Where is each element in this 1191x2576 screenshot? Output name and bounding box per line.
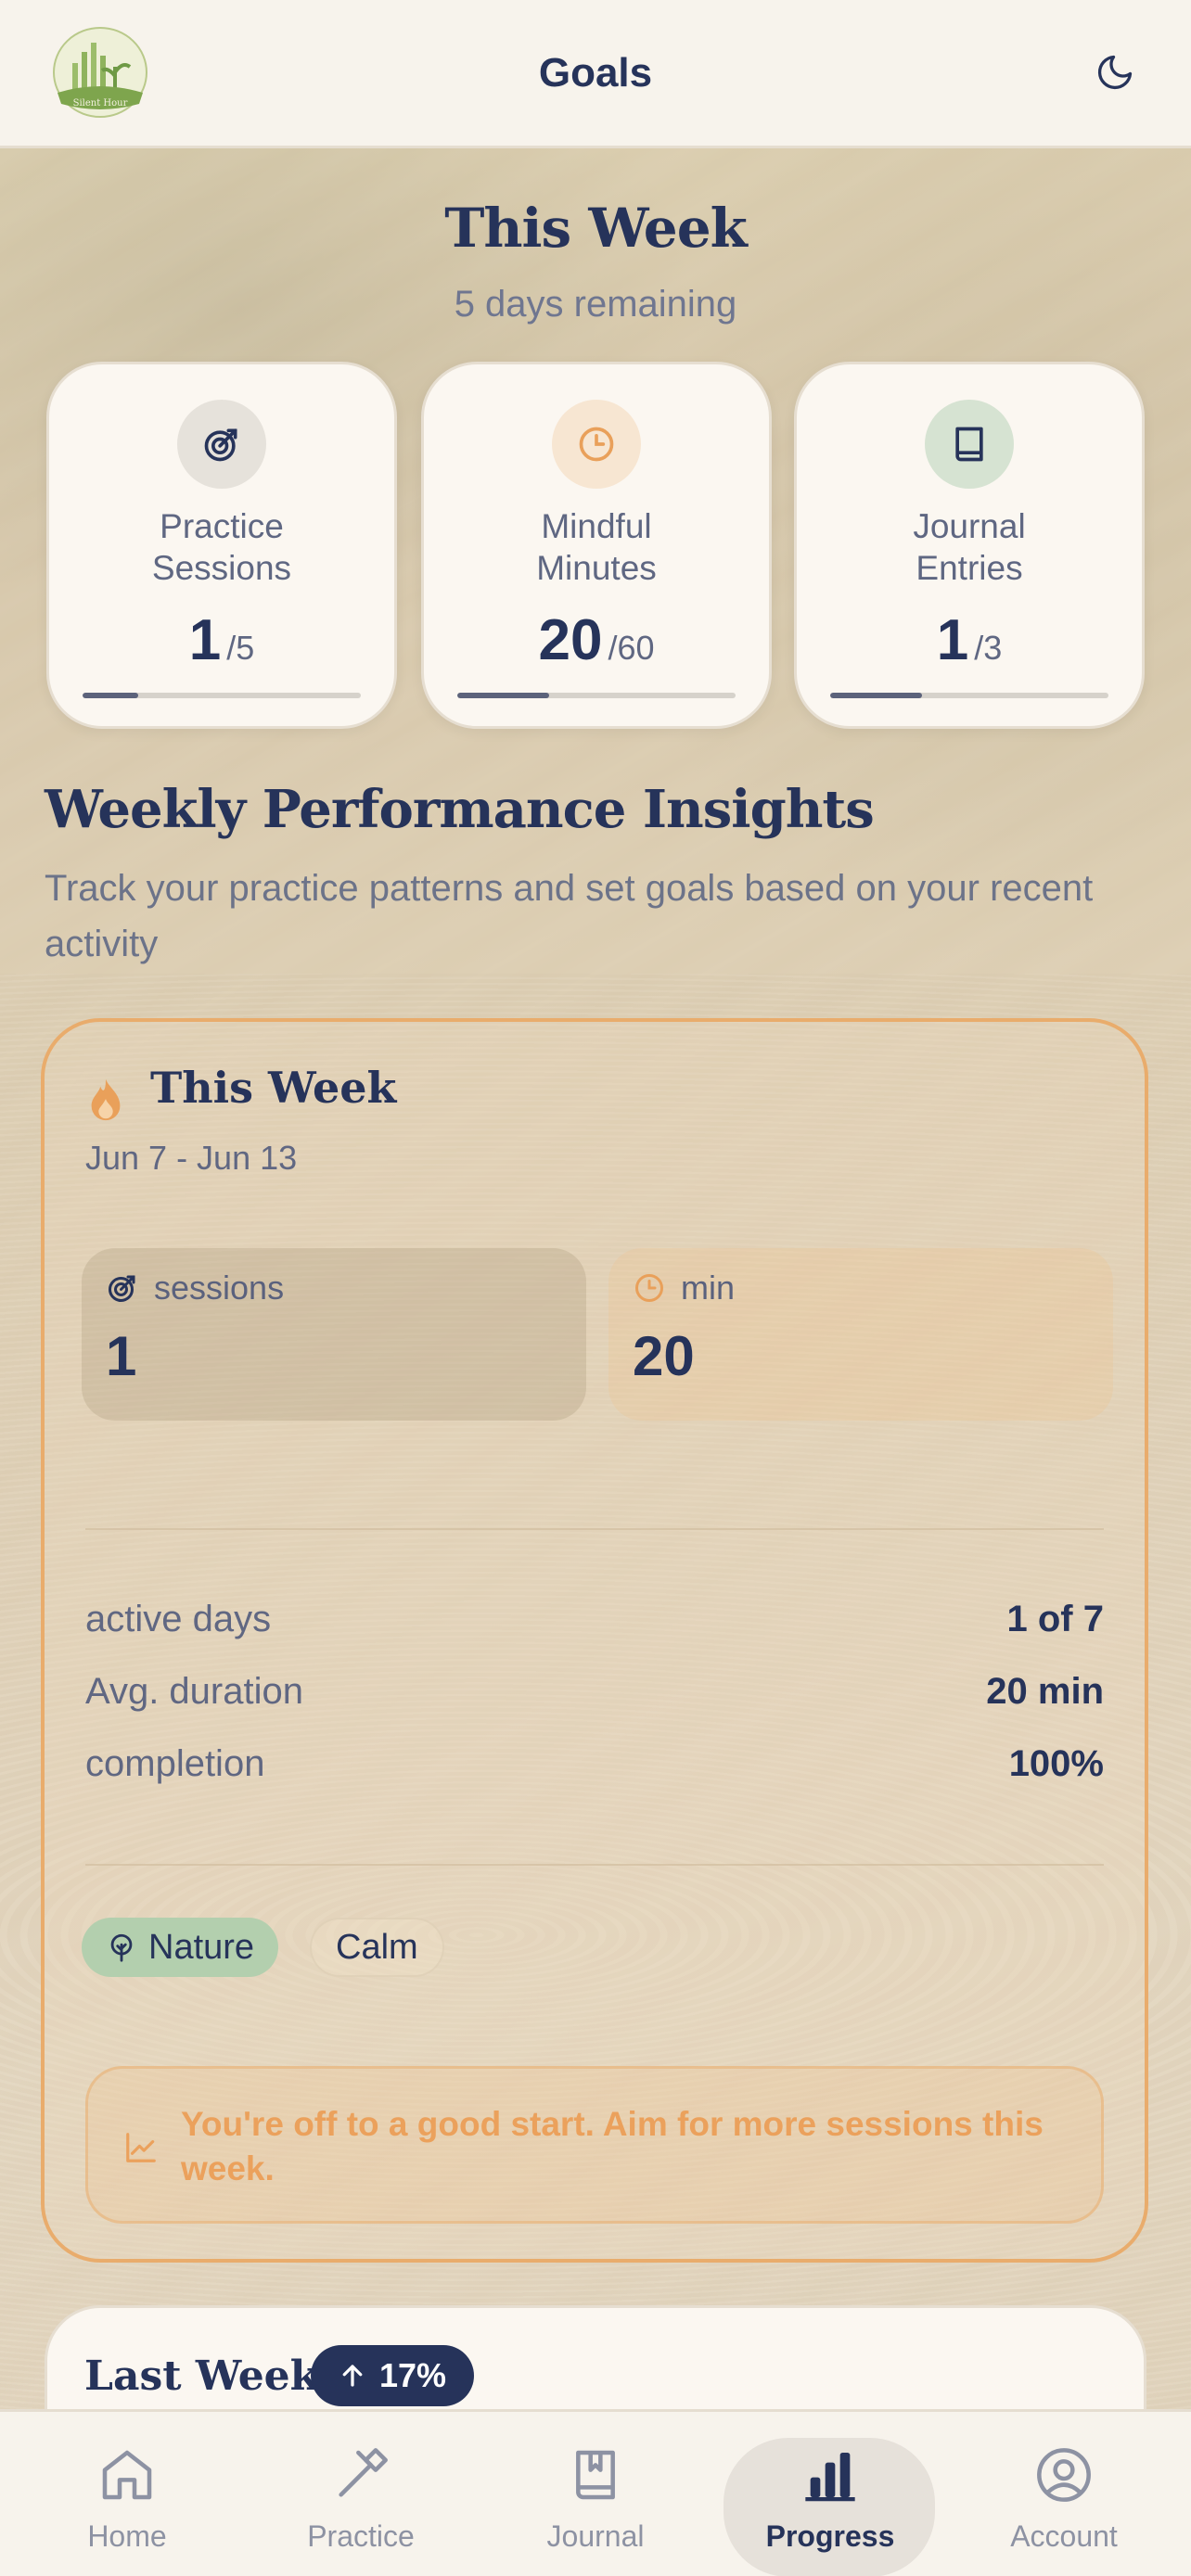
tree-icon — [110, 1933, 133, 1962]
goal-label: Journal Entries — [913, 507, 1026, 587]
flame-icon — [91, 1078, 121, 1121]
goal-value: 20/60 — [538, 608, 655, 672]
minutes-stat: min 20 — [608, 1248, 1113, 1421]
trend-chart-icon — [126, 2133, 156, 2162]
goal-card-mindful-minutes[interactable]: Mindful Minutes 20/60 — [421, 362, 772, 729]
goal-progress-bar — [830, 693, 1108, 698]
metric-avg-duration: Avg. duration 20 min — [85, 1671, 1104, 1712]
moon-icon — [1097, 55, 1133, 90]
book-icon — [925, 400, 1014, 489]
stat-value: 20 — [633, 1325, 695, 1387]
page-title: Goals — [538, 49, 653, 96]
insights-heading: Weekly Performance Insights — [45, 779, 875, 840]
nav-progress[interactable]: Progress — [724, 2436, 937, 2575]
insights-description: Track your practice patterns and set goa… — [45, 868, 1094, 964]
journal-icon — [576, 2450, 615, 2500]
svg-text:Silent Hour: Silent Hour — [73, 98, 128, 108]
days-remaining: 5 days remaining — [454, 284, 737, 325]
goal-progress-bar — [457, 693, 736, 698]
goal-label: Practice Sessions — [151, 507, 292, 587]
bottom-nav: Home Practice Journal Progress Account — [0, 2409, 1191, 2576]
panel-dates: Jun 7 - Jun 13 — [85, 1139, 298, 1177]
nav-home[interactable]: Home — [20, 2436, 234, 2575]
top-header: Silent Hour Goals — [0, 0, 1191, 148]
divider — [85, 1528, 1104, 1530]
this-week-title: This Week — [444, 197, 748, 260]
target-icon — [177, 400, 266, 489]
dark-mode-toggle[interactable] — [1091, 48, 1139, 96]
arrow-up-icon — [342, 2365, 363, 2387]
nav-practice[interactable]: Practice — [254, 2436, 467, 2575]
change-badge: 17% — [311, 2345, 474, 2406]
hammer-icon — [339, 2448, 388, 2497]
tip-text: You're off to a good start. Aim for more… — [181, 2105, 1044, 2187]
stat-label: min — [681, 1269, 736, 1307]
this-week-panel: This Week Jun 7 - Jun 13 sessions 1 min … — [41, 1018, 1148, 2263]
clock-icon — [552, 400, 641, 489]
last-week-title: Last Week — [84, 2353, 319, 2400]
stat-value: 1 — [106, 1325, 137, 1387]
metric-active-days: active days 1 of 7 — [85, 1599, 1104, 1639]
goal-card-practice-sessions[interactable]: Practice Sessions 1/5 — [46, 362, 397, 729]
sessions-stat: sessions 1 — [82, 1248, 586, 1421]
stat-label: sessions — [154, 1269, 285, 1307]
tag-nature[interactable]: Nature — [82, 1918, 279, 1977]
goal-label: Mindful Minutes — [536, 507, 657, 587]
goal-card-journal-entries[interactable]: Journal Entries 1/3 — [794, 362, 1145, 729]
account-icon — [1037, 2448, 1091, 2502]
nav-journal[interactable]: Journal — [489, 2436, 702, 2575]
app-logo[interactable]: Silent Hour — [50, 24, 150, 121]
tag-calm[interactable]: Calm — [310, 1918, 444, 1977]
goal-value: 1/3 — [936, 608, 1003, 672]
divider — [85, 1864, 1104, 1866]
nav-account[interactable]: Account — [957, 2436, 1171, 2575]
bar-chart-icon — [805, 2453, 855, 2502]
target-icon — [109, 1275, 135, 1302]
insight-tip: You're off to a good start. Aim for more… — [85, 2066, 1104, 2224]
goal-progress-bar — [83, 693, 361, 698]
clock-icon — [635, 1274, 663, 1302]
metric-completion: completion 100% — [85, 1743, 1104, 1784]
home-icon — [102, 2450, 152, 2500]
goal-value: 1/5 — [188, 608, 255, 672]
panel-title: This Week — [150, 1063, 397, 1113]
